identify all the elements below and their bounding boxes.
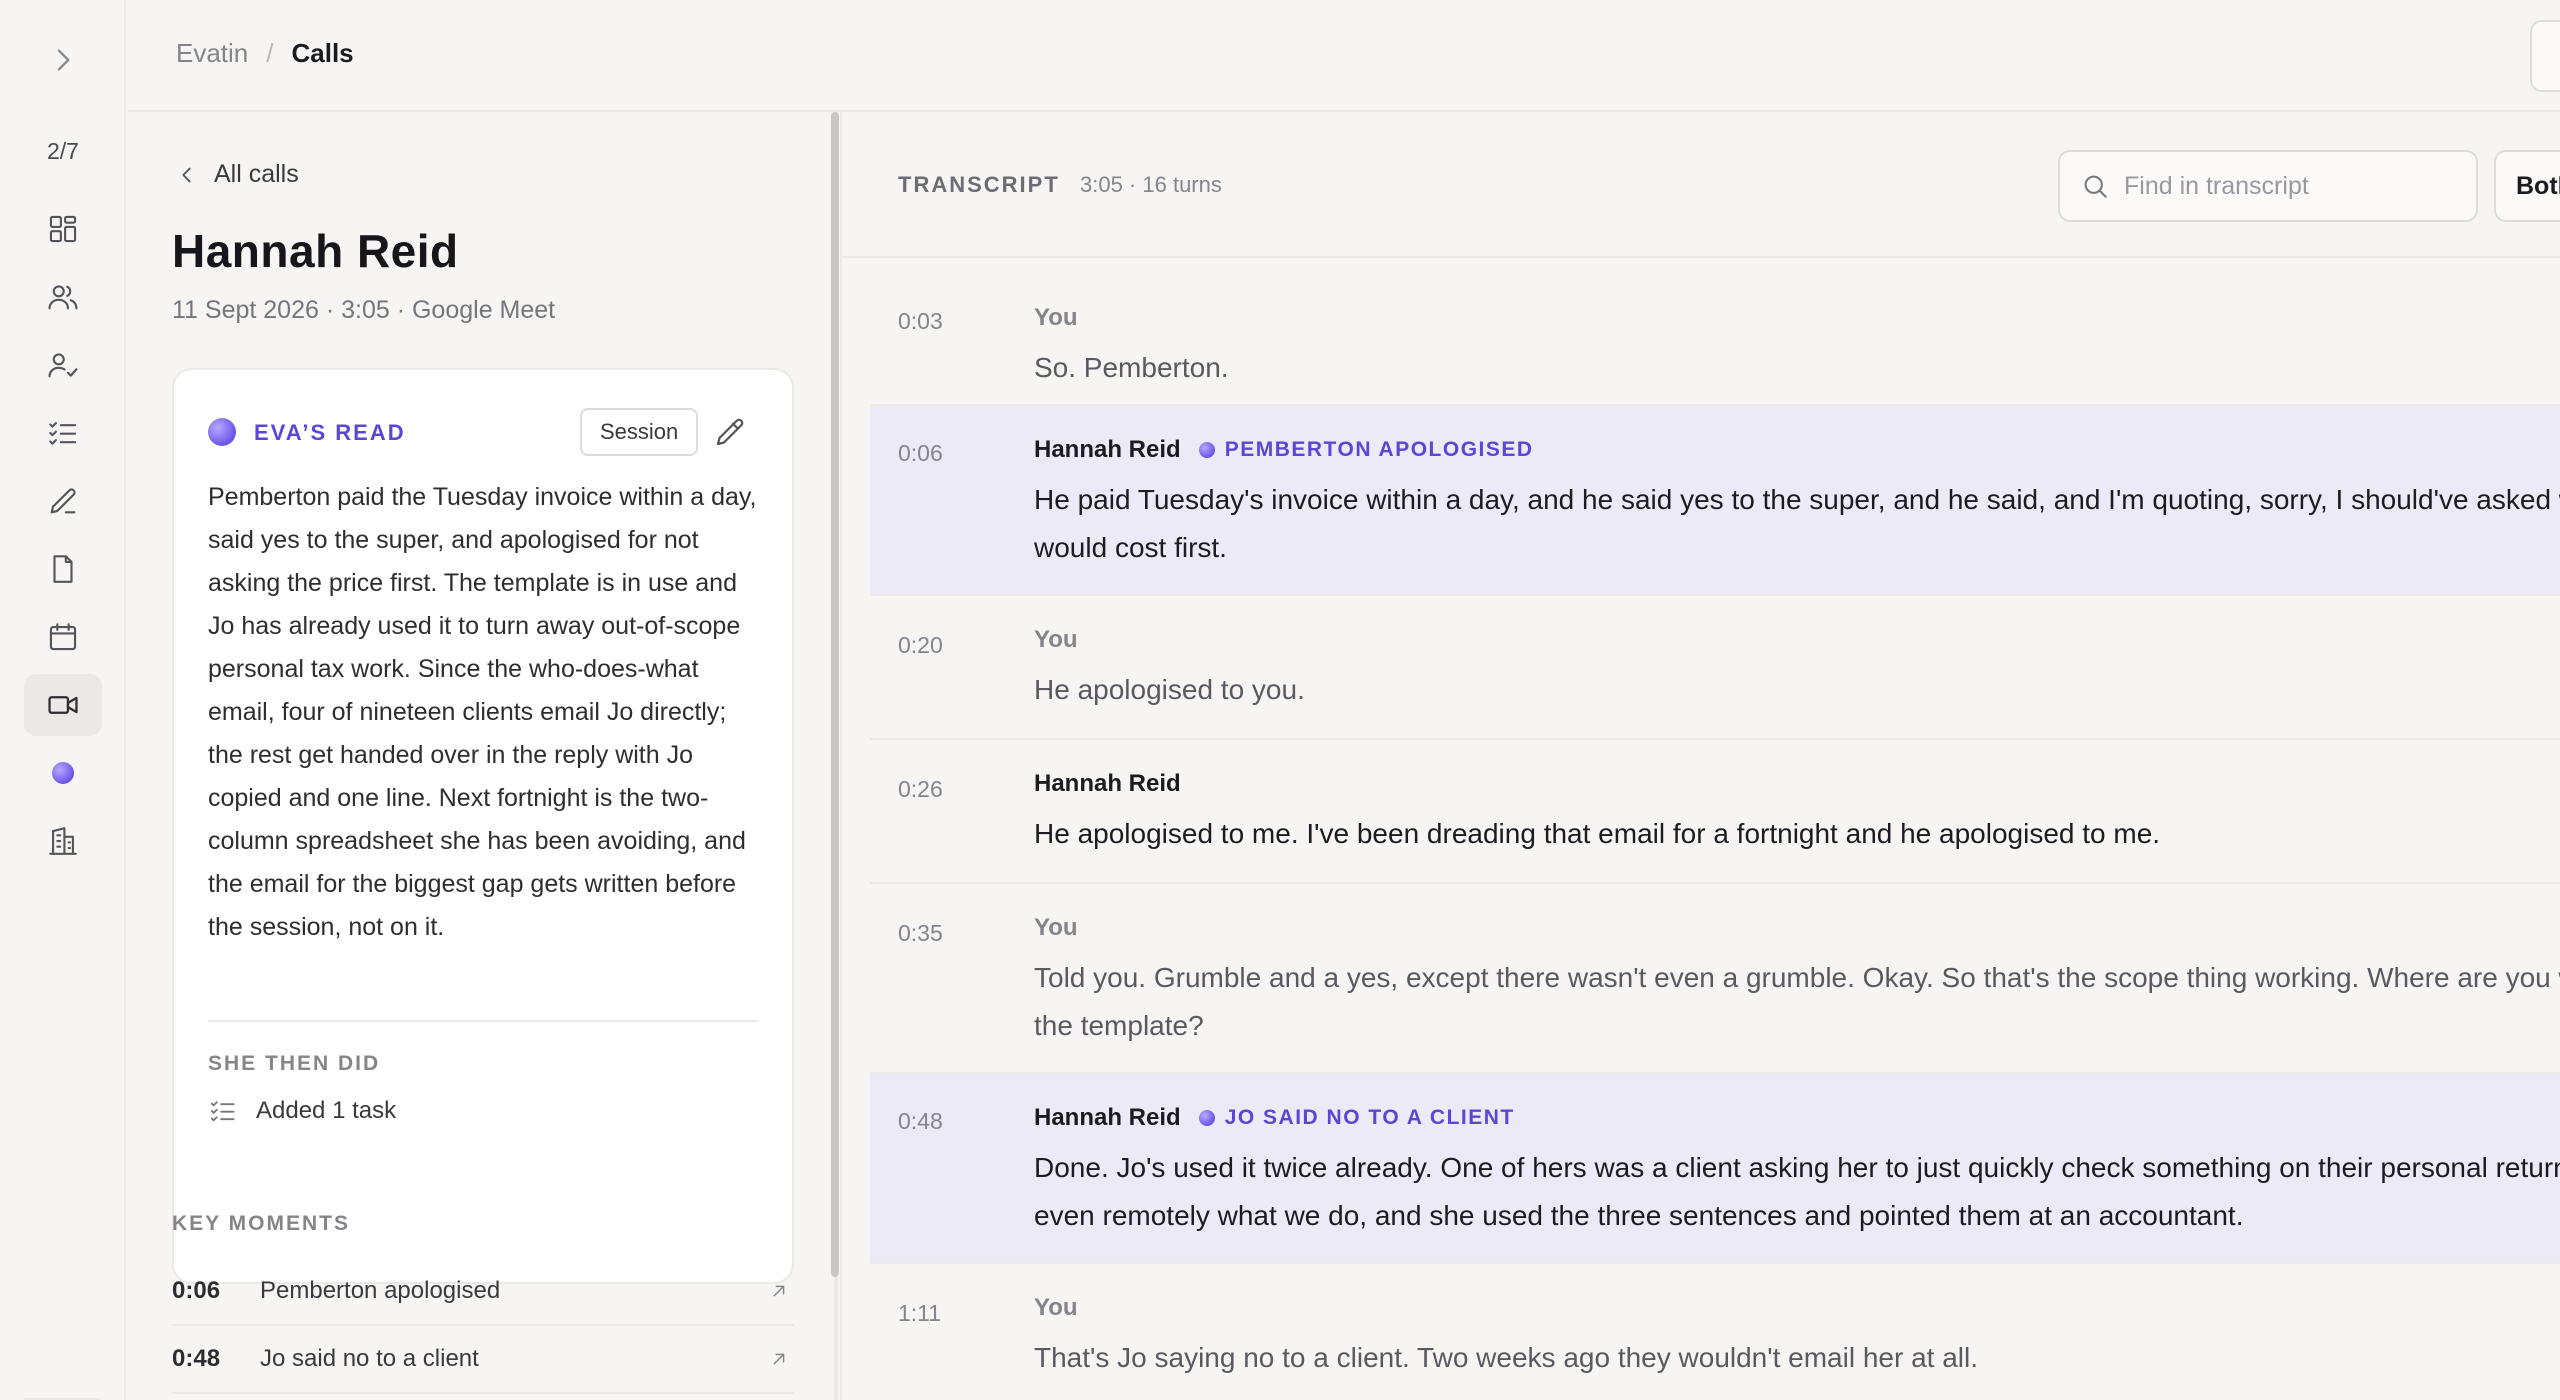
breadcrumb-current: Calls xyxy=(291,38,354,68)
breadcrumb-separator: / xyxy=(266,38,274,68)
transcript-meta: 3:05 · 16 turns xyxy=(1080,172,1222,197)
turn-timestamp[interactable]: 0:20 xyxy=(898,632,943,659)
call-detail-panel: All calls Hannah Reid 11 Sept 2026 · 3:0… xyxy=(128,112,834,1400)
turn-text: So. Pemberton. xyxy=(1034,352,1229,383)
transcript-search[interactable] xyxy=(2058,150,2478,222)
moment-tag[interactable]: JO SAID NO TO A CLIENT xyxy=(1198,1106,1515,1130)
turn-speaker: Hannah Reid xyxy=(1034,1104,1181,1131)
search-input[interactable] xyxy=(2124,171,2454,201)
session-tag[interactable]: Session xyxy=(580,408,699,456)
transcript-turn[interactable]: 0:35 You Told you. Grumble and a yes, ex… xyxy=(870,884,2560,1074)
item-counter: 2/7 xyxy=(47,138,79,164)
turn-text: would cost first. xyxy=(1034,532,1227,563)
turn-text: the template? xyxy=(1034,1010,1204,1041)
transcript-turn[interactable]: 0:20 You He apologised to you. xyxy=(870,596,2560,740)
left-rail: 2/7 xyxy=(0,0,126,1400)
chevron-left-icon xyxy=(182,167,191,182)
turn-text: Told you. Grumble and a yes, except ther… xyxy=(1034,962,2560,993)
turn-speaker: You xyxy=(1034,304,1078,331)
turn-speaker: Hannah Reid xyxy=(1034,436,1181,463)
checklist-icon[interactable] xyxy=(24,402,102,464)
moment-label: Pemberton apologised xyxy=(260,1277,501,1304)
key-moment-row[interactable]: 0:48 Jo said no to a client xyxy=(172,1326,794,1394)
call-meta: 11 Sept 2026 · 3:05 · Google Meet xyxy=(172,296,556,324)
eva-read-card: EVA’S READ Session Pemberton paid the Tu… xyxy=(172,368,794,1284)
key-moment-row[interactable]: 0:06 Pemberton apologised xyxy=(172,1258,794,1326)
arrow-up-right-icon xyxy=(773,1353,785,1365)
moment-label: Jo said no to a client xyxy=(260,1345,479,1372)
moment-tag[interactable]: PEMBERTON APOLOGISED xyxy=(1198,438,1534,462)
transcript-turn[interactable]: 0:06 Hannah Reid PEMBERTON APOLOGISED He… xyxy=(870,406,2560,596)
transcript-turn[interactable]: 0:03 You So. Pemberton. xyxy=(870,276,2560,406)
back-label: All calls xyxy=(214,160,299,188)
moment-time: 0:06 xyxy=(172,1277,221,1304)
back-to-all-calls[interactable]: All calls xyxy=(176,160,299,189)
turn-timestamp[interactable]: 0:03 xyxy=(898,308,943,335)
transcript-header: TRANSCRIPT 3:05 · 16 turns Both xyxy=(842,112,2560,258)
turn-text: He apologised to you. xyxy=(1034,674,1305,705)
transcript-title: TRANSCRIPT xyxy=(898,172,1060,197)
checklist-icon xyxy=(210,1101,235,1122)
transcript-turn[interactable]: 1:11 You That's Jo saying no to a client… xyxy=(870,1264,2560,1400)
building-icon[interactable] xyxy=(24,810,102,872)
top-header: Evatin / Calls xyxy=(128,0,2560,112)
key-moments-label: KEY MOMENTS xyxy=(172,1212,350,1235)
read-summary: Pemberton paid the Tuesday invoice withi… xyxy=(208,483,757,941)
then-did-text: Added 1 task xyxy=(256,1097,397,1124)
person-check-icon[interactable] xyxy=(24,334,102,396)
turn-text: He apologised to me. I've been dreading … xyxy=(1034,818,2161,849)
contact-name: Hannah Reid xyxy=(172,225,459,277)
turn-timestamp[interactable]: 1:11 xyxy=(898,1300,941,1327)
eva-orb-icon[interactable] xyxy=(24,742,102,804)
transcript-panel: TRANSCRIPT 3:05 · 16 turns Both 0:03 You… xyxy=(840,112,2560,1400)
arrow-up-right-icon xyxy=(773,1285,785,1297)
turn-timestamp[interactable]: 0:48 xyxy=(898,1108,943,1135)
eva-orb-icon xyxy=(1198,1110,1215,1126)
eva-orb-icon xyxy=(1198,442,1215,458)
read-title: EVA’S READ xyxy=(254,420,406,445)
dashboard-icon[interactable] xyxy=(24,198,102,260)
moment-time: 0:48 xyxy=(172,1345,221,1372)
turn-timestamp[interactable]: 0:06 xyxy=(898,440,943,467)
turn-text: Done. Jo's used it twice already. One of… xyxy=(1034,1152,2560,1183)
pencil-icon[interactable] xyxy=(24,470,102,532)
transcript-turn[interactable]: 0:26 Hannah Reid He apologised to me. I'… xyxy=(870,740,2560,884)
breadcrumb-root[interactable]: Evatin xyxy=(176,38,248,69)
then-did-label: SHE THEN DID xyxy=(208,1052,381,1075)
turn-speaker: You xyxy=(1034,626,1078,653)
turn-timestamp[interactable]: 0:35 xyxy=(898,920,943,947)
turn-text: He paid Tuesday's invoice within a day, … xyxy=(1034,484,2560,515)
detail-scrollbar[interactable] xyxy=(831,112,839,1277)
moment-tag-label: PEMBERTON APOLOGISED xyxy=(1224,438,1534,461)
transcript-turn[interactable]: 0:48 Hannah Reid JO SAID NO TO A CLIENT … xyxy=(870,1074,2560,1264)
video-icon[interactable] xyxy=(24,674,102,736)
header-action-button[interactable] xyxy=(2530,20,2560,92)
calendar-icon[interactable] xyxy=(24,606,102,668)
turn-speaker: You xyxy=(1034,1294,1078,1321)
breadcrumb: Evatin / Calls xyxy=(176,38,354,69)
then-did-item[interactable]: Added 1 task xyxy=(208,1096,396,1126)
moment-tag-label: JO SAID NO TO A CLIENT xyxy=(1224,1106,1515,1129)
eva-orb-icon xyxy=(208,418,236,446)
document-icon[interactable] xyxy=(24,538,102,600)
turn-text: even remotely what we do, and she used t… xyxy=(1034,1200,2244,1231)
turn-speaker: Hannah Reid xyxy=(1034,770,1181,797)
people-icon[interactable] xyxy=(24,266,102,328)
search-icon xyxy=(2084,175,2107,198)
turn-text: That's Jo saying no to a client. Two wee… xyxy=(1034,1342,1979,1373)
speaker-filter-button[interactable]: Both xyxy=(2494,150,2560,222)
card-divider xyxy=(208,1020,758,1022)
turn-speaker: You xyxy=(1034,914,1078,941)
turn-timestamp[interactable]: 0:26 xyxy=(898,776,943,803)
pencil-icon[interactable] xyxy=(712,414,748,450)
chevron-right-icon[interactable] xyxy=(47,44,79,76)
transcript-turns: 0:03 You So. Pemberton. 0:06 Hannah Reid… xyxy=(870,276,2560,1400)
